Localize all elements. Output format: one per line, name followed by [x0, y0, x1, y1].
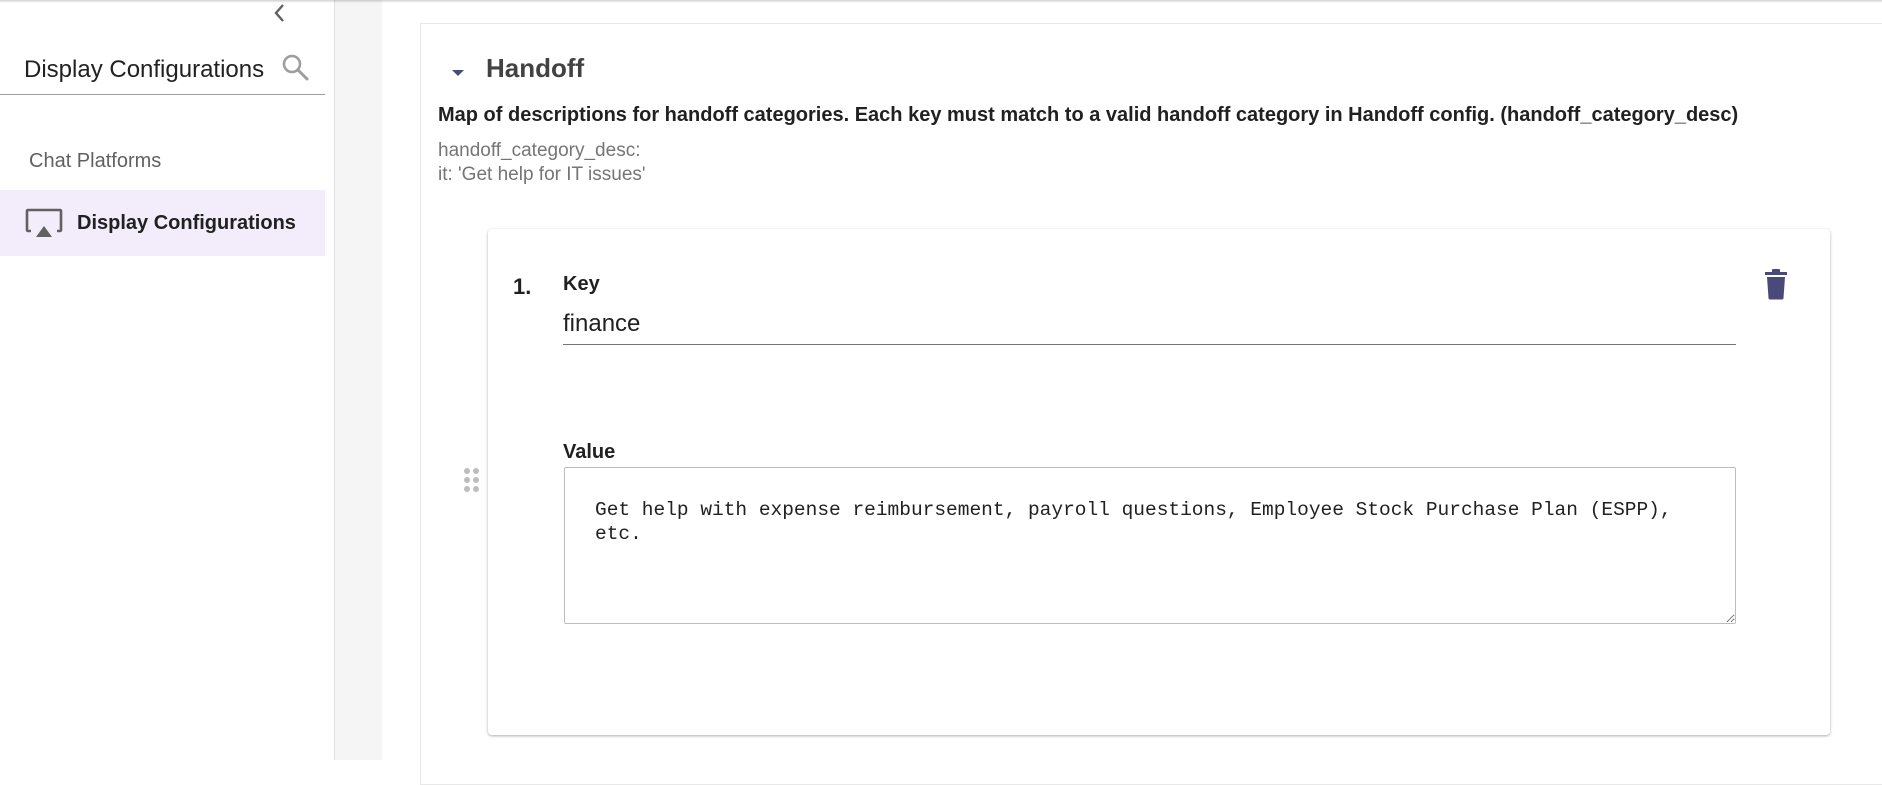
- chevron-left-icon: [274, 4, 284, 22]
- nav-section-chat-platforms: Chat Platforms: [29, 150, 162, 172]
- key-input[interactable]: [563, 304, 1736, 345]
- value-label: Value: [563, 441, 616, 463]
- sidebar-item-display-configurations[interactable]: Display Configurations: [0, 190, 325, 256]
- sidebar-item-label: Display Configurations: [77, 211, 296, 234]
- caret-down-icon[interactable]: [448, 63, 468, 83]
- section-description: Map of descriptions for handoff categori…: [438, 104, 1739, 126]
- sidebar-search-value[interactable]: Display Configurations: [24, 56, 264, 84]
- example-block: handoff_category_desc: it: 'Get help for…: [438, 139, 646, 187]
- drag-handle-icon[interactable]: [462, 466, 482, 496]
- top-shadow: [0, 0, 1882, 3]
- screen-cast-icon: [25, 208, 63, 237]
- example-line: handoff_category_desc:: [438, 140, 641, 161]
- search-icon[interactable]: [280, 52, 310, 82]
- entry-index: 1.: [513, 274, 532, 299]
- section-title: Handoff: [486, 53, 585, 83]
- sidebar-search[interactable]: Display Configurations: [0, 46, 325, 95]
- trash-icon[interactable]: [1763, 268, 1789, 300]
- collapse-sidebar-button[interactable]: [266, 0, 294, 26]
- value-textarea[interactable]: Get help with expense reimbursement, pay…: [564, 467, 1736, 624]
- key-label: Key: [563, 273, 600, 295]
- sidebar: Display Configurations Chat Platforms Di…: [0, 0, 335, 760]
- content-gutter: [335, 0, 382, 760]
- example-line: it: 'Get help for IT issues': [438, 164, 646, 185]
